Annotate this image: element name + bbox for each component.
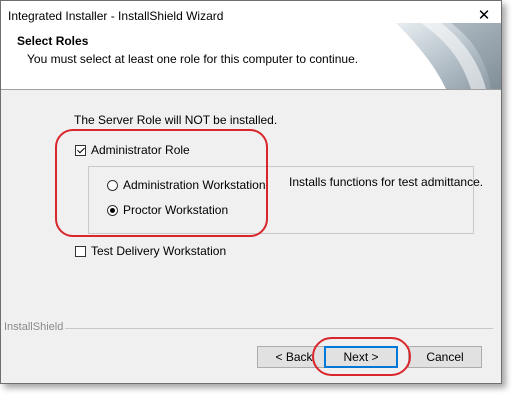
server-role-notice: The Server Role will NOT be installed.: [74, 113, 278, 127]
test-delivery-checkbox[interactable]: Test Delivery Workstation: [75, 244, 226, 258]
window-title: Integrated Installer - InstallShield Wiz…: [8, 9, 224, 23]
wizard-header: Select Roles You must select at least on…: [1, 23, 501, 90]
cancel-button[interactable]: Cancel: [408, 346, 482, 368]
page-subtitle: You must select at least one role for th…: [27, 52, 359, 66]
page-title: Select Roles: [17, 34, 89, 48]
role-description: Installs functions for test admittance.: [289, 175, 484, 189]
annotation-highlight-next: [312, 337, 411, 376]
annotation-highlight-roles: [55, 129, 268, 237]
checkbox-unchecked-icon[interactable]: [75, 245, 86, 257]
installer-window: Integrated Installer - InstallShield Wiz…: [0, 0, 502, 384]
installshield-brand: InstallShield: [4, 321, 66, 333]
header-graphic-icon: [396, 23, 501, 89]
footer-divider: [53, 328, 493, 329]
test-delivery-label: Test Delivery Workstation: [91, 244, 227, 258]
